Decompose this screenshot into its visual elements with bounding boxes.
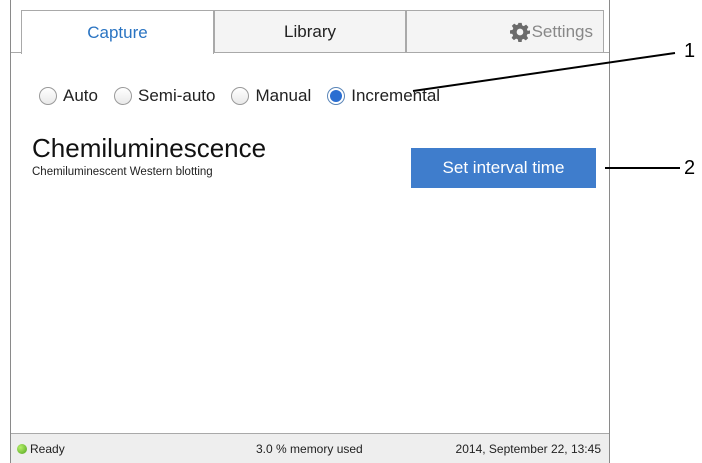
callout-number-2: 2: [684, 157, 696, 179]
status-bar: Ready 3.0 % memory used 2014, September …: [11, 433, 609, 463]
radio-manual[interactable]: Manual: [231, 86, 311, 106]
callout-number-1: 1: [684, 40, 696, 62]
radio-circle[interactable]: [39, 87, 57, 105]
application-title: Chemiluminescence: [32, 133, 267, 163]
callout-line-1: [412, 52, 676, 92]
radio-circle[interactable]: [113, 87, 132, 105]
radio-semi-auto[interactable]: Semi-auto: [113, 86, 216, 106]
status-led-icon: [17, 444, 27, 454]
callout-line-2: [605, 167, 680, 169]
status-ready: Ready: [17, 442, 65, 456]
application-subtitle: Chemiluminescent Western blotting: [32, 166, 213, 178]
radio-auto-label: Auto: [63, 86, 98, 105]
radio-manual-label: Manual: [255, 86, 312, 105]
radio-circle[interactable]: [231, 87, 250, 105]
set-interval-time-button[interactable]: Set interval time: [411, 148, 596, 188]
radio-semi-auto-label: Semi-auto: [137, 86, 216, 105]
radio-dot: [330, 90, 343, 102]
status-datetime: 2014, September 22, 13:45: [455, 442, 601, 456]
tab-bar: Capture Library Settings: [11, 0, 609, 54]
radio-circle-selected[interactable]: [327, 87, 346, 105]
gear-icon: [509, 22, 530, 42]
radio-auto[interactable]: Auto: [39, 86, 98, 106]
active-tab-gap: [22, 52, 213, 54]
tab-settings-label: Settings: [531, 21, 593, 41]
tab-capture[interactable]: Capture: [21, 10, 214, 54]
memory-usage: 3.0 % memory used: [256, 442, 363, 456]
tab-library-label: Library: [284, 21, 336, 41]
tab-capture-label: Capture: [87, 22, 148, 42]
capture-mode-group: Auto Semi-auto Manual Incremental: [39, 86, 440, 106]
status-text: Ready: [30, 442, 65, 456]
tab-library[interactable]: Library: [214, 10, 406, 53]
tab-settings[interactable]: Settings: [406, 10, 604, 53]
